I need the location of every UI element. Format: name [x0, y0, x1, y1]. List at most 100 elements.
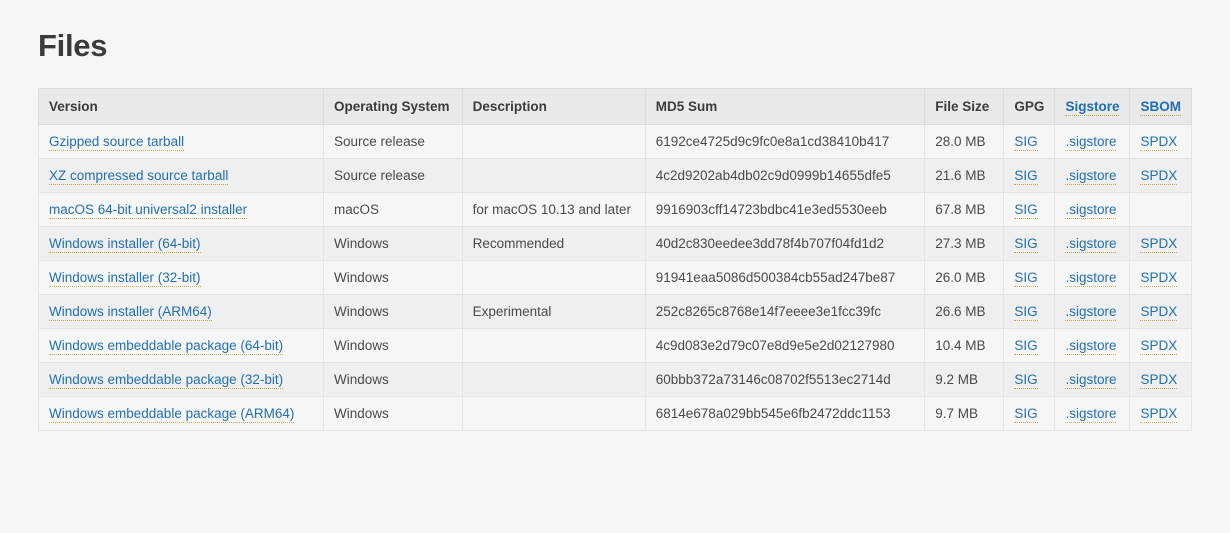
table-row: Windows embeddable package (64-bit)Windo…	[39, 329, 1192, 363]
version-link[interactable]: macOS 64-bit universal2 installer	[49, 202, 247, 219]
gpg-link[interactable]: SIG	[1014, 134, 1037, 151]
section-heading: Files	[38, 28, 1192, 64]
sigstore-header-link[interactable]: Sigstore	[1065, 99, 1119, 116]
gpg-link[interactable]: SIG	[1014, 168, 1037, 185]
col-header-desc: Description	[462, 89, 645, 125]
col-header-version: Version	[39, 89, 324, 125]
table-row: Gzipped source tarballSource release6192…	[39, 125, 1192, 159]
cell-gpg: SIG	[1004, 363, 1055, 397]
sigstore-link[interactable]: .sigstore	[1065, 338, 1116, 355]
gpg-link[interactable]: SIG	[1014, 236, 1037, 253]
cell-sigstore: .sigstore	[1055, 159, 1130, 193]
cell-desc	[462, 397, 645, 431]
cell-os: Windows	[324, 295, 463, 329]
cell-md5: 6192ce4725d9c9fc0e8a1cd38410b417	[645, 125, 925, 159]
sigstore-link[interactable]: .sigstore	[1065, 168, 1116, 185]
cell-desc	[462, 125, 645, 159]
cell-desc: for macOS 10.13 and later	[462, 193, 645, 227]
sigstore-link[interactable]: .sigstore	[1065, 202, 1116, 219]
cell-gpg: SIG	[1004, 193, 1055, 227]
table-row: Windows embeddable package (32-bit) Windo…	[39, 363, 1192, 397]
cell-size: 10.4 MB	[925, 329, 1004, 363]
cell-version: Windows installer (ARM64)	[39, 295, 324, 329]
version-link[interactable]: Windows installer (32-bit)	[49, 270, 201, 287]
table-row: XZ compressed source tarballSource relea…	[39, 159, 1192, 193]
version-link[interactable]: Windows installer (ARM64)	[49, 304, 212, 321]
sbom-link[interactable]: SPDX	[1140, 372, 1177, 389]
version-link[interactable]: Windows installer (64-bit)	[49, 236, 201, 253]
col-header-sbom: SBOM	[1130, 89, 1192, 125]
cell-gpg: SIG	[1004, 261, 1055, 295]
cell-size: 21.6 MB	[925, 159, 1004, 193]
cell-os: Windows	[324, 397, 463, 431]
cell-desc	[462, 329, 645, 363]
cell-md5: 4c9d083e2d79c07e8d9e5e2d02127980	[645, 329, 925, 363]
sigstore-link[interactable]: .sigstore	[1065, 304, 1116, 321]
cell-version: Gzipped source tarball	[39, 125, 324, 159]
version-link[interactable]: Windows embeddable package (32-bit)	[49, 372, 283, 389]
cell-sigstore: .sigstore	[1055, 125, 1130, 159]
cell-gpg: SIG	[1004, 125, 1055, 159]
gpg-link[interactable]: SIG	[1014, 406, 1037, 423]
cell-version: Windows embeddable package (64-bit)	[39, 329, 324, 363]
gpg-link[interactable]: SIG	[1014, 304, 1037, 321]
sbom-link[interactable]: SPDX	[1140, 338, 1177, 355]
cell-sigstore: .sigstore	[1055, 227, 1130, 261]
sigstore-link[interactable]: .sigstore	[1065, 372, 1116, 389]
sbom-link[interactable]: SPDX	[1140, 236, 1177, 253]
sigstore-link[interactable]: .sigstore	[1065, 236, 1116, 253]
gpg-link[interactable]: SIG	[1014, 372, 1037, 389]
cell-version: Windows installer (64-bit)	[39, 227, 324, 261]
files-section: Files Version Operating System Descripti…	[0, 0, 1230, 501]
cell-sigstore: .sigstore	[1055, 329, 1130, 363]
col-header-md5: MD5 Sum	[645, 89, 925, 125]
sigstore-link[interactable]: .sigstore	[1065, 270, 1116, 287]
cell-sigstore: .sigstore	[1055, 261, 1130, 295]
cell-desc	[462, 159, 645, 193]
cell-sigstore: .sigstore	[1055, 295, 1130, 329]
table-row: macOS 64-bit universal2 installermacOSfo…	[39, 193, 1192, 227]
cell-os: Windows	[324, 363, 463, 397]
version-link[interactable]: Windows embeddable package (64-bit)	[49, 338, 283, 355]
cell-version: Windows embeddable package (ARM64)	[39, 397, 324, 431]
cell-size: 28.0 MB	[925, 125, 1004, 159]
cell-gpg: SIG	[1004, 295, 1055, 329]
sbom-link[interactable]: SPDX	[1140, 134, 1177, 151]
version-link[interactable]: Windows embeddable package (ARM64)	[49, 406, 294, 423]
cell-md5: 252c8265c8768e14f7eeee3e1fcc39fc	[645, 295, 925, 329]
cell-version: XZ compressed source tarball	[39, 159, 324, 193]
gpg-link[interactable]: SIG	[1014, 338, 1037, 355]
sbom-header-link[interactable]: SBOM	[1140, 99, 1181, 116]
cell-sbom: SPDX	[1130, 329, 1192, 363]
cell-md5: 91941eaa5086d500384cb55ad247be87	[645, 261, 925, 295]
sbom-link[interactable]: SPDX	[1140, 304, 1177, 321]
sbom-link[interactable]: SPDX	[1140, 406, 1177, 423]
sigstore-link[interactable]: .sigstore	[1065, 134, 1116, 151]
gpg-link[interactable]: SIG	[1014, 270, 1037, 287]
col-header-size: File Size	[925, 89, 1004, 125]
col-header-sigstore: Sigstore	[1055, 89, 1130, 125]
cell-sbom	[1130, 193, 1192, 227]
cell-md5: 9916903cff14723bdbc41e3ed5530eeb	[645, 193, 925, 227]
table-row: Windows installer (64-bit)WindowsRecomme…	[39, 227, 1192, 261]
table-header-row: Version Operating System Description MD5…	[39, 89, 1192, 125]
cell-desc	[462, 261, 645, 295]
version-link[interactable]: XZ compressed source tarball	[49, 168, 228, 185]
table-row: Windows embeddable package (ARM64) Window…	[39, 397, 1192, 431]
col-header-os: Operating System	[324, 89, 463, 125]
cell-gpg: SIG	[1004, 329, 1055, 363]
sbom-link[interactable]: SPDX	[1140, 270, 1177, 287]
cell-size: 26.0 MB	[925, 261, 1004, 295]
cell-sigstore: .sigstore	[1055, 193, 1130, 227]
gpg-link[interactable]: SIG	[1014, 202, 1037, 219]
cell-sbom: SPDX	[1130, 261, 1192, 295]
cell-version: Windows embeddable package (32-bit)	[39, 363, 324, 397]
sigstore-link[interactable]: .sigstore	[1065, 406, 1116, 423]
sbom-link[interactable]: SPDX	[1140, 168, 1177, 185]
cell-md5: 4c2d9202ab4db02c9d0999b14655dfe5	[645, 159, 925, 193]
cell-size: 9.2 MB	[925, 363, 1004, 397]
cell-sbom: SPDX	[1130, 397, 1192, 431]
cell-gpg: SIG	[1004, 159, 1055, 193]
version-link[interactable]: Gzipped source tarball	[49, 134, 184, 151]
cell-size: 67.8 MB	[925, 193, 1004, 227]
